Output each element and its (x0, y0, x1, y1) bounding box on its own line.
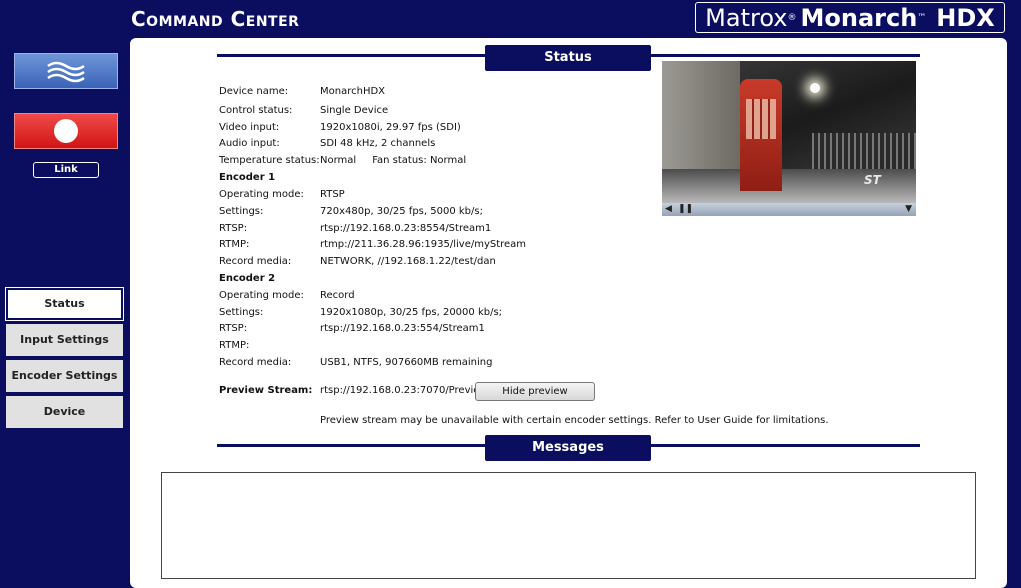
nav-item-status[interactable]: Status (5, 287, 124, 321)
control-status-label: Control status: (219, 105, 293, 116)
video-controls: ◀ ❚❚ ▼ (662, 203, 916, 216)
status-section-title: Status (485, 45, 651, 71)
nav-item-encoder-settings[interactable]: Encoder Settings (6, 360, 123, 392)
wave-logo-icon (47, 61, 85, 83)
encoder2-rtsp-value: rtsp://192.168.0.23:554/Stream1 (320, 323, 485, 334)
messages-section-title: Messages (485, 435, 651, 461)
pause-icon[interactable]: ❚❚ (678, 203, 693, 216)
fan-status-label: Fan status: (372, 155, 427, 166)
hide-preview-button[interactable]: Hide preview (475, 382, 595, 401)
record-icon (54, 119, 78, 143)
encoder2-mode-label: Operating mode: (219, 290, 304, 301)
video-phone-booth-window (746, 99, 776, 139)
video-input-value: 1920x1080i, 29.97 fps (SDI) (320, 122, 461, 133)
brand-monarch: Monarch (800, 3, 918, 32)
device-name-label: Device name: (219, 86, 289, 97)
encoder2-settings-label: Settings: (219, 307, 264, 318)
encoder1-rtsp-value: rtsp://192.168.0.23:8554/Stream1 (320, 223, 492, 234)
temperature-label: Temperature status: (219, 155, 320, 166)
brand-matrox: Matrox (705, 3, 788, 32)
preview-stream-url: rtsp://192.168.0.23:7070/Preview (320, 385, 488, 396)
encoder1-settings-label: Settings: (219, 206, 264, 217)
audio-input-value: SDI 48 kHz, 2 channels (320, 138, 436, 149)
encoder1-rtmp-label: RTMP: (219, 239, 250, 250)
encoder2-settings-value: 1920x1080p, 30/25 fps, 20000 kb/s; (320, 307, 503, 318)
video-input-label: Video input: (219, 122, 280, 133)
encoder1-heading: Encoder 1 (219, 172, 276, 183)
app-title: Command Center (131, 7, 300, 31)
messages-box[interactable] (161, 472, 976, 579)
dropdown-icon[interactable]: ▼ (905, 203, 912, 216)
record-button[interactable] (14, 113, 118, 149)
device-name-value: MonarchHDX (320, 86, 386, 97)
encoder2-rtmp-label: RTMP: (219, 340, 250, 351)
main-panel: Status Device name: MonarchHDX Control s… (130, 38, 1007, 588)
encoder1-record-value: NETWORK, //192.168.1.22/test/dan (320, 256, 496, 267)
video-watermark: ST (864, 173, 881, 187)
sidebar-nav: Status Input Settings Encoder Settings D… (5, 287, 124, 432)
video-preview[interactable]: ST ◀ ❚❚ ▼ (662, 61, 916, 216)
rewind-icon[interactable]: ◀ (665, 203, 672, 216)
encoder1-record-label: Record media: (219, 256, 292, 267)
fan-status-value: Normal (429, 155, 467, 166)
brand-hdx: HDX (936, 3, 995, 32)
preview-note: Preview stream may be unavailable with c… (320, 415, 829, 426)
nav-item-input-settings[interactable]: Input Settings (6, 324, 123, 356)
encoder1-settings-value: 720x480p, 30/25 fps, 5000 kb/s; (320, 206, 483, 217)
link-button[interactable]: Link (33, 162, 99, 178)
brand-logo: Matrox ® Monarch ™ HDX (695, 2, 1005, 33)
video-street-light (810, 83, 820, 93)
encoder2-heading: Encoder 2 (219, 273, 276, 284)
encoder2-record-label: Record media: (219, 357, 292, 368)
encoder2-mode-value: Record (320, 290, 355, 301)
encoder1-mode-label: Operating mode: (219, 189, 304, 200)
nav-item-device[interactable]: Device (6, 396, 123, 428)
video-fence (812, 133, 916, 173)
encoder2-record-value: USB1, NTFS, 907660MB remaining (320, 357, 493, 368)
temperature-value: Normal (320, 155, 357, 166)
encoder1-rtsp-label: RTSP: (219, 223, 248, 234)
preview-stream-label: Preview Stream: (219, 385, 313, 396)
encoder1-mode-value: RTSP (320, 189, 345, 200)
control-status-value: Single Device (320, 105, 389, 116)
audio-input-label: Audio input: (219, 138, 280, 149)
brand-trademark: ™ (917, 12, 927, 23)
encoder2-rtsp-label: RTSP: (219, 323, 248, 334)
wave-logo-button[interactable] (14, 53, 118, 89)
brand-registered: ® (787, 12, 797, 23)
temperature-value-group: Normal Fan status: Normal (320, 154, 466, 168)
encoder1-rtmp-value: rtmp://211.36.28.96:1935/live/myStream (320, 239, 527, 250)
